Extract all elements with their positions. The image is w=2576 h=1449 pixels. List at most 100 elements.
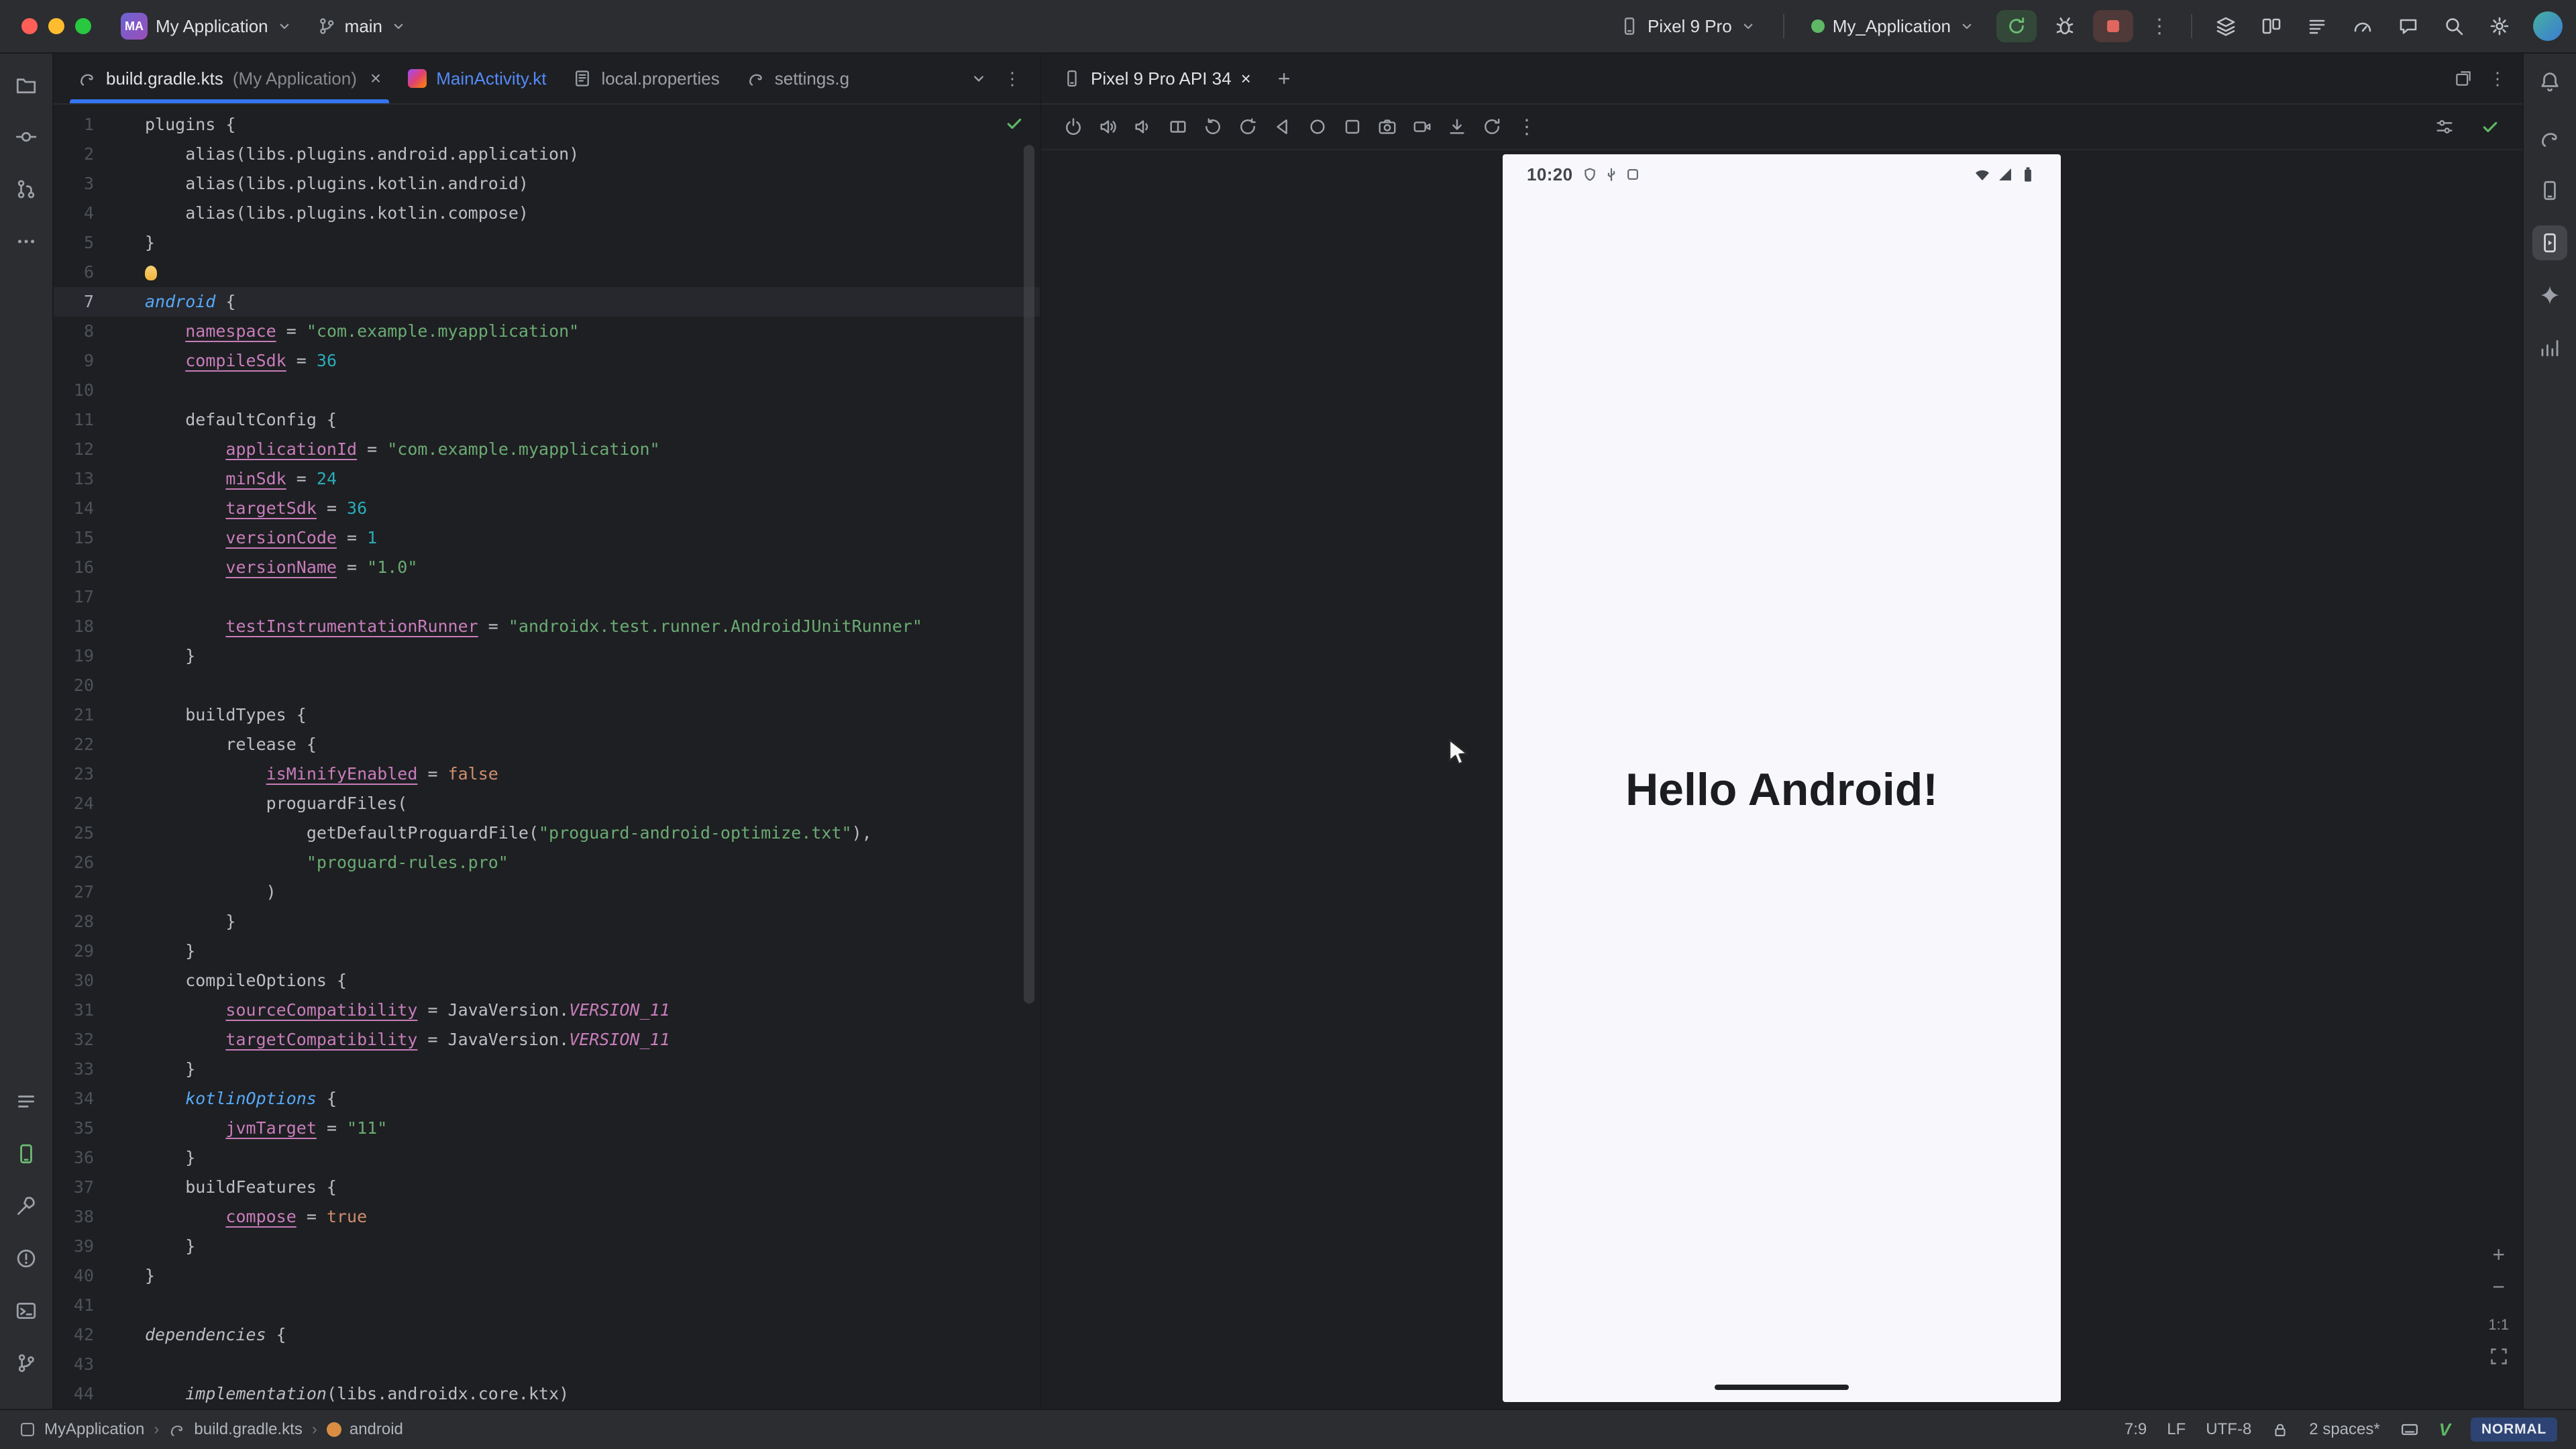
android-overview-icon[interactable] (1336, 111, 1368, 143)
breadcrumb-element[interactable]: android (327, 1420, 403, 1439)
code-line[interactable]: 34 kotlinOptions { (54, 1084, 1040, 1114)
code-line[interactable]: 28 } (54, 907, 1040, 936)
code-line[interactable]: 43 (54, 1350, 1040, 1379)
settings-gear-icon[interactable] (2482, 10, 2517, 42)
caret-position-widget[interactable]: 7:9 (2125, 1420, 2147, 1439)
device-manager-tool-icon[interactable] (2532, 173, 2567, 208)
quickfix-bulb-icon[interactable] (145, 266, 157, 280)
code-line[interactable]: 7android { (54, 287, 1040, 317)
code-line[interactable]: 33 } (54, 1055, 1040, 1084)
code-line[interactable]: 8 namespace = "com.example.myapplication… (54, 317, 1040, 346)
fold-device-icon[interactable] (1162, 111, 1194, 143)
gradle-tool-icon[interactable] (2532, 121, 2567, 156)
code-line[interactable]: 5} (54, 228, 1040, 258)
line-separator-widget[interactable]: LF (2167, 1420, 2186, 1439)
more-actions-icon[interactable]: ⋮ (2144, 15, 2175, 38)
screenshot-icon[interactable] (1371, 111, 1403, 143)
code-line[interactable]: 20 (54, 671, 1040, 700)
window-close-button[interactable] (21, 18, 38, 34)
code-line[interactable]: 14 targetSdk = 36 (54, 494, 1040, 523)
notifications-bell-icon[interactable] (2532, 64, 2567, 99)
breadcrumb-project[interactable]: MyApplication (19, 1420, 144, 1439)
display-settings-icon[interactable] (2428, 111, 2461, 143)
code-line[interactable]: 29 } (54, 936, 1040, 966)
android-home-icon[interactable] (1301, 111, 1334, 143)
android-back-icon[interactable] (1267, 111, 1299, 143)
inspections-ok-icon[interactable] (1005, 114, 1024, 133)
indent-widget[interactable]: 2 spaces* (2309, 1420, 2379, 1439)
logcat-icon[interactable] (2300, 10, 2334, 42)
code-line[interactable]: 22 release { (54, 730, 1040, 759)
code-line[interactable]: 1plugins { (54, 110, 1040, 140)
code-line[interactable]: 3 alias(libs.plugins.kotlin.android) (54, 169, 1040, 199)
code-line[interactable]: 17 (54, 582, 1040, 612)
running-devices-tool-icon[interactable] (2532, 225, 2567, 260)
app-quality-insights-tool-icon[interactable] (2532, 330, 2567, 365)
rerun-button[interactable] (1996, 10, 2037, 42)
zoom-ratio-label[interactable]: 1:1 (2488, 1316, 2509, 1334)
code-line[interactable]: 19 } (54, 641, 1040, 671)
code-line[interactable]: 36 } (54, 1143, 1040, 1173)
device-selector[interactable]: Pixel 9 Pro (1609, 11, 1767, 42)
code-line[interactable]: 9 compileSdk = 36 (54, 346, 1040, 376)
code-line[interactable]: 21 buildTypes { (54, 700, 1040, 730)
restart-device-icon[interactable] (1476, 111, 1508, 143)
save-snapshot-icon[interactable] (1441, 111, 1473, 143)
window-zoom-button[interactable] (75, 18, 91, 34)
code-line[interactable]: 4 alias(libs.plugins.kotlin.compose) (54, 199, 1040, 228)
open-in-window-icon[interactable] (2454, 69, 2473, 88)
tab-mainactivity[interactable]: MainActivity.kt (394, 54, 559, 103)
breadcrumb-file[interactable]: build.gradle.kts (168, 1420, 302, 1439)
version-control-tool-icon[interactable] (9, 1346, 44, 1381)
debug-button[interactable] (2047, 10, 2082, 42)
todo-tool-icon[interactable] (9, 1084, 44, 1119)
build-tool-icon[interactable] (9, 1189, 44, 1224)
zoom-in-button[interactable]: + (2489, 1241, 2508, 1268)
add-device-tab-icon[interactable]: + (1270, 66, 1299, 91)
ideavim-icon[interactable]: V (2439, 1419, 2451, 1440)
code-line[interactable]: 16 versionName = "1.0" (54, 553, 1040, 582)
more-tool-windows-icon[interactable] (9, 224, 44, 259)
editor-scrollbar[interactable] (1024, 145, 1034, 1004)
user-avatar[interactable] (2533, 11, 2563, 41)
screen-record-icon[interactable] (1406, 111, 1438, 143)
code-line[interactable]: 41 (54, 1291, 1040, 1320)
code-line[interactable]: 40} (54, 1261, 1040, 1291)
run-configuration-selector[interactable]: My_Application (1801, 11, 1986, 42)
problems-tool-icon[interactable] (9, 1241, 44, 1276)
gemini-tool-icon[interactable] (2532, 278, 2567, 313)
terminal-tool-icon[interactable] (9, 1293, 44, 1328)
code-line[interactable]: 37 buildFeatures { (54, 1173, 1040, 1202)
ai-chat-icon[interactable] (2391, 10, 2426, 42)
pull-requests-tool-icon[interactable] (9, 172, 44, 207)
device-manager-tool-icon[interactable] (9, 1136, 44, 1171)
rotate-left-icon[interactable] (1197, 111, 1229, 143)
gesture-navigation-bar[interactable] (1715, 1385, 1849, 1390)
code-line[interactable]: 18 testInstrumentationRunner = "androidx… (54, 612, 1040, 641)
code-line[interactable]: 35 jvmTarget = "11" (54, 1114, 1040, 1143)
tab-build-gradle[interactable]: build.gradle.kts (My Application) × (64, 54, 394, 103)
code-line[interactable]: 25 getDefaultProguardFile("proguard-andr… (54, 818, 1040, 848)
volume-down-icon[interactable] (1127, 111, 1159, 143)
code-line[interactable]: 38 compose = true (54, 1202, 1040, 1232)
code-line[interactable]: 24 proguardFiles( (54, 789, 1040, 818)
encoding-widget[interactable]: UTF-8 (2206, 1420, 2251, 1439)
commit-tool-icon[interactable] (9, 119, 44, 154)
readonly-lock-icon[interactable] (2271, 1421, 2289, 1438)
code-line[interactable]: 10 (54, 376, 1040, 405)
search-everywhere-icon[interactable] (2436, 10, 2471, 42)
code-line[interactable]: 23 isMinifyEnabled = false (54, 759, 1040, 789)
zoom-to-fit-icon[interactable] (2489, 1347, 2508, 1366)
tab-settings-gradle[interactable]: settings.g (733, 54, 863, 103)
keyboard-icon[interactable] (2400, 1420, 2419, 1439)
code-line[interactable]: 12 applicationId = "com.example.myapplic… (54, 435, 1040, 464)
power-button-icon[interactable] (1057, 111, 1089, 143)
editor-options-kebab-icon[interactable]: ⋮ (1004, 68, 1021, 89)
code-line[interactable]: 44 implementation(libs.androidx.core.ktx… (54, 1379, 1040, 1409)
code-line[interactable]: 6 (54, 258, 1040, 287)
device-mirroring-icon[interactable] (2254, 10, 2289, 42)
code-line[interactable]: 26 "proguard-rules.pro" (54, 848, 1040, 877)
code-line[interactable]: 30 compileOptions { (54, 966, 1040, 996)
profiler-icon[interactable] (2345, 10, 2380, 42)
code-line[interactable]: 2 alias(libs.plugins.android.application… (54, 140, 1040, 169)
